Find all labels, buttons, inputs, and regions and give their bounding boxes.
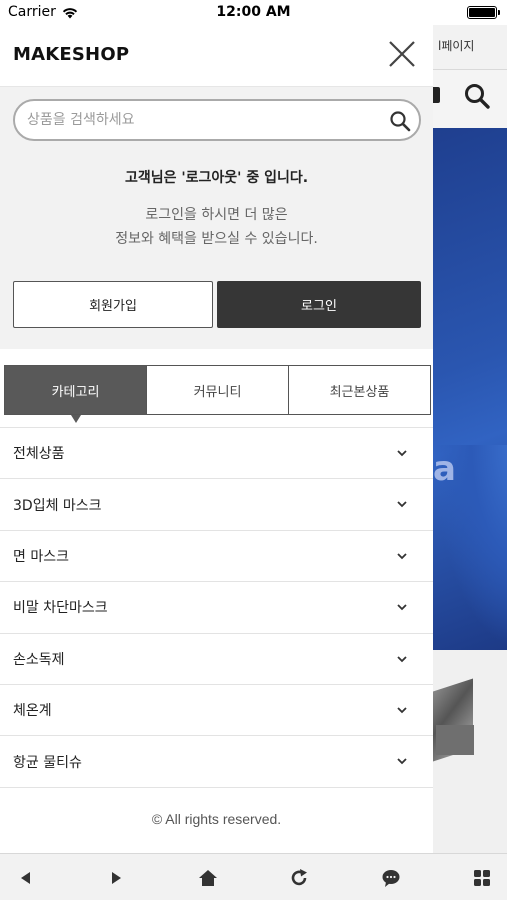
status-bar: Carrier 12:00 AM (0, 0, 507, 25)
refresh-icon[interactable] (288, 867, 310, 889)
search-box[interactable] (13, 99, 421, 141)
tab-category[interactable]: 카테고리 (5, 366, 147, 423)
search-input[interactable] (27, 109, 377, 131)
battery-icon (467, 6, 500, 19)
chevron-down-icon (397, 707, 407, 714)
chevron-down-icon (397, 501, 407, 508)
chevron-down-icon (397, 758, 407, 765)
category-label: 3D입체 마스크 (13, 497, 102, 514)
category-label: 항균 물티슈 (13, 754, 82, 771)
category-list: 전체상품 3D입체 마스크 면 마스크 비말 차단마스크 손소독제 체온계 항균… (0, 427, 433, 788)
join-button[interactable]: 회원가입 (13, 281, 213, 328)
home-icon[interactable] (197, 867, 219, 889)
chat-icon[interactable] (380, 867, 402, 889)
chevron-down-icon (397, 553, 407, 560)
user-panel: 고객님은 '로그아웃' 중 입니다. 로그인을 하시면 더 많은 정보와 혜택을… (0, 87, 433, 349)
category-label: 비말 차단마스크 (13, 600, 108, 617)
tab-recent-products[interactable]: 최근본상품 (289, 366, 430, 414)
tab-community[interactable]: 커뮤니티 (147, 366, 289, 414)
background-banner-text: a (433, 449, 456, 489)
grid-menu-icon[interactable] (471, 867, 493, 889)
category-item-sanitizer[interactable]: 손소독제 (0, 634, 433, 685)
category-label: 체온계 (13, 703, 52, 720)
chevron-down-icon (397, 450, 407, 457)
category-item-cotton-mask[interactable]: 면 마스크 (0, 531, 433, 583)
category-label: 면 마스크 (13, 548, 69, 565)
chevron-down-icon (397, 604, 407, 611)
bottom-toolbar (0, 853, 507, 900)
copyright-text: © All rights reserved. (151, 811, 282, 827)
login-benefit-line-1: 로그인을 하시면 더 많은 (145, 207, 288, 223)
close-icon[interactable] (386, 38, 418, 70)
category-item-all[interactable]: 전체상품 (0, 428, 433, 480)
clock: 12:00 AM (216, 4, 291, 20)
forward-icon[interactable] (105, 867, 127, 889)
category-item-wet-wipes[interactable]: 항균 물티슈 (0, 736, 433, 788)
chevron-down-icon (397, 655, 407, 662)
login-benefit-line-2: 정보와 혜택을 받으실 수 있습니다. (115, 231, 318, 247)
login-benefit-text: 로그인을 하시면 더 많은 정보와 혜택을 받으실 수 있습니다. (0, 203, 433, 251)
logout-status-title: 고객님은 '로그아웃' 중 입니다. (124, 170, 309, 186)
search-icon[interactable] (389, 110, 411, 132)
background-search-icon (465, 84, 490, 109)
side-drawer: MAKESHOP 고객님은 '로그아웃' 중 입니다. 로그인을 하시면 더 많… (0, 25, 433, 853)
category-label: 손소독제 (13, 651, 65, 668)
category-label: 전체상품 (13, 446, 65, 463)
category-item-thermometer[interactable]: 체온계 (0, 685, 433, 737)
background-header-text: l페이지 (438, 39, 475, 53)
category-item-droplet-mask[interactable]: 비말 차단마스크 (0, 582, 433, 634)
shop-logo[interactable]: MAKESHOP (13, 44, 129, 65)
drawer-tabs: 카테고리 커뮤니티 최근본상품 (4, 365, 431, 423)
category-item-3d-mask[interactable]: 3D입체 마스크 (0, 479, 433, 531)
login-button[interactable]: 로그인 (217, 281, 421, 328)
back-icon[interactable] (15, 867, 37, 889)
background-photo-building-base (436, 725, 474, 755)
drawer-header: MAKESHOP (0, 25, 433, 87)
